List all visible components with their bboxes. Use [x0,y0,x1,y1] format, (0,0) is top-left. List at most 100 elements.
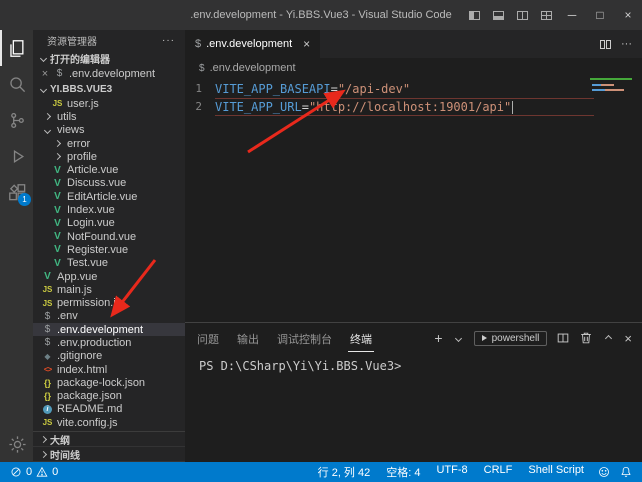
timeline-section[interactable]: 时间线 [33,447,185,462]
tree-item-App.vue[interactable]: VApp.vue [33,270,185,283]
file-label: vite.config.js [57,417,118,429]
js-file-icon: JS [41,418,54,427]
code-line-2[interactable]: 2VITE_APP_URL="http://localhost:19001/ap… [185,98,642,116]
tree-item-package-lock.json[interactable]: {}package-lock.json [33,376,185,389]
terminal-panel: 问题输出调试控制台终端 + powershell × [185,322,642,462]
tree-item-Register.vue[interactable]: VRegister.vue [33,243,185,256]
source-control-icon[interactable] [0,102,33,138]
file-label: EditArticle.vue [67,191,137,203]
panel-tab-问题[interactable]: 问题 [195,325,221,352]
close-icon[interactable]: × [40,68,50,80]
open-editor-item[interactable]: ×$.env.development [33,66,185,81]
tree-item-error[interactable]: error [33,137,185,150]
breadcrumb-filename: .env.development [210,62,296,74]
tree-item-Test.vue[interactable]: VTest.vue [33,257,185,270]
tab-env-development[interactable]: $ .env.development × [185,30,320,58]
error-icon [10,466,22,478]
chevron-right-icon [40,450,47,457]
tree-item-.env[interactable]: $.env [33,310,185,323]
problems-status[interactable]: 0 0 [10,466,58,478]
tree-item-Discuss.vue[interactable]: VDiscuss.vue [33,177,185,190]
explorer-icon[interactable] [0,30,33,66]
status-item-1[interactable]: 空格: 4 [386,464,420,480]
explorer-more-actions-icon[interactable]: ··· [162,35,175,46]
tree-item-utils[interactable]: utils [33,110,185,123]
split-terminal-icon[interactable] [556,331,570,345]
breadcrumb[interactable]: $ .env.development [185,58,642,78]
file-label: .gitignore [57,350,102,362]
feedback-smiley-icon[interactable] [598,466,610,478]
tree-item-.gitignore[interactable]: ◆.gitignore [33,350,185,363]
chevron-right-icon [44,113,51,120]
open-editors-list: ×$.env.development [33,66,185,81]
panel-tab-终端[interactable]: 终端 [348,325,374,352]
vue-file-icon: V [51,205,64,216]
tree-item-permission.js[interactable]: JSpermission.js [33,296,185,309]
close-panel-icon[interactable]: × [624,331,632,346]
new-terminal-icon[interactable]: + [434,331,442,345]
editor-more-actions-icon[interactable]: ··· [621,38,632,50]
terminal-dropdown-icon[interactable] [455,334,462,341]
shell-selector[interactable]: powershell [474,331,548,346]
git-file-icon: ◆ [41,352,54,361]
tree-item-profile[interactable]: profile [33,150,185,163]
project-section[interactable]: YI.BBS.VUE3 [33,81,185,97]
tree-item-Index.vue[interactable]: VIndex.vue [33,203,185,216]
code-line-1[interactable]: 1VITE_APP_BASEAPI="/api-dev" [185,80,642,98]
json-file-icon: {} [41,391,54,401]
file-label: user.js [67,98,99,110]
toggle-panel-icon[interactable] [486,0,510,30]
tree-item-.env.development[interactable]: $.env.development [33,323,185,336]
notifications-bell-icon[interactable] [620,466,632,478]
file-label: profile [67,151,97,163]
minimize-button[interactable]: ─ [558,0,586,30]
tree-item-vite.config.js[interactable]: JSvite.config.js [33,416,185,429]
tree-item-.env.production[interactable]: $.env.production [33,336,185,349]
tree-item-index.html[interactable]: <>index.html [33,363,185,376]
tree-item-views[interactable]: views [33,124,185,137]
settings-gear-icon[interactable] [0,426,33,462]
js-file-icon: JS [41,299,54,308]
panel-tab-输出[interactable]: 输出 [235,325,261,352]
status-bar: 0 0 行 2, 列 42 空格: 4 UTF-8 CRLF Shell Script [0,462,642,482]
file-tree: JSuser.jsutilsviewserrorprofileVArticle.… [33,97,185,431]
code-editor[interactable]: 1VITE_APP_BASEAPI="/api-dev"2VITE_APP_UR… [185,78,642,322]
vue-file-icon: V [51,244,64,255]
customize-layout-icon[interactable] [534,0,558,30]
tree-item-Login.vue[interactable]: VLogin.vue [33,217,185,230]
search-icon[interactable] [0,66,33,102]
file-label: utils [57,111,77,123]
tree-item-EditArticle.vue[interactable]: VEditArticle.vue [33,190,185,203]
tree-item-Article.vue[interactable]: VArticle.vue [33,163,185,176]
warning-count: 0 [52,466,58,478]
text-cursor [512,101,513,114]
maximize-panel-icon[interactable] [605,334,612,341]
minimap[interactable] [592,81,630,94]
vue-file-icon: V [41,271,54,282]
toggle-secondary-sidebar-icon[interactable] [510,0,534,30]
tab-close-icon[interactable]: × [303,37,310,51]
split-editor-icon[interactable] [600,40,611,49]
tree-item-user.js[interactable]: JSuser.js [33,97,185,110]
tree-item-NotFound.vue[interactable]: VNotFound.vue [33,230,185,243]
close-button[interactable]: × [614,0,642,30]
tree-item-README.md[interactable]: iREADME.md [33,403,185,416]
maximize-button[interactable]: □ [586,0,614,30]
tab-label: .env.development [206,38,292,50]
status-item-0[interactable]: 行 2, 列 42 [318,464,371,480]
status-item-3[interactable]: CRLF [484,464,513,480]
tree-item-main.js[interactable]: JSmain.js [33,283,185,296]
outline-section[interactable]: 大纲 [33,432,185,447]
panel-tab-调试控制台[interactable]: 调试控制台 [275,325,334,352]
status-item-4[interactable]: Shell Script [528,464,584,480]
extensions-icon[interactable]: 1 [0,174,33,210]
kill-terminal-icon[interactable] [579,331,593,345]
file-label: README.md [57,403,122,415]
open-editors-section[interactable]: 打开的编辑器 [33,50,185,66]
toggle-sidebar-icon[interactable] [462,0,486,30]
run-debug-icon[interactable] [0,138,33,174]
minimap-git-added-indicator [590,78,632,80]
status-item-2[interactable]: UTF-8 [436,464,467,480]
terminal-output[interactable]: PS D:\CSharp\Yi\Yi.BBS.Vue3> [185,353,642,462]
tree-item-package.json[interactable]: {}package.json [33,390,185,403]
